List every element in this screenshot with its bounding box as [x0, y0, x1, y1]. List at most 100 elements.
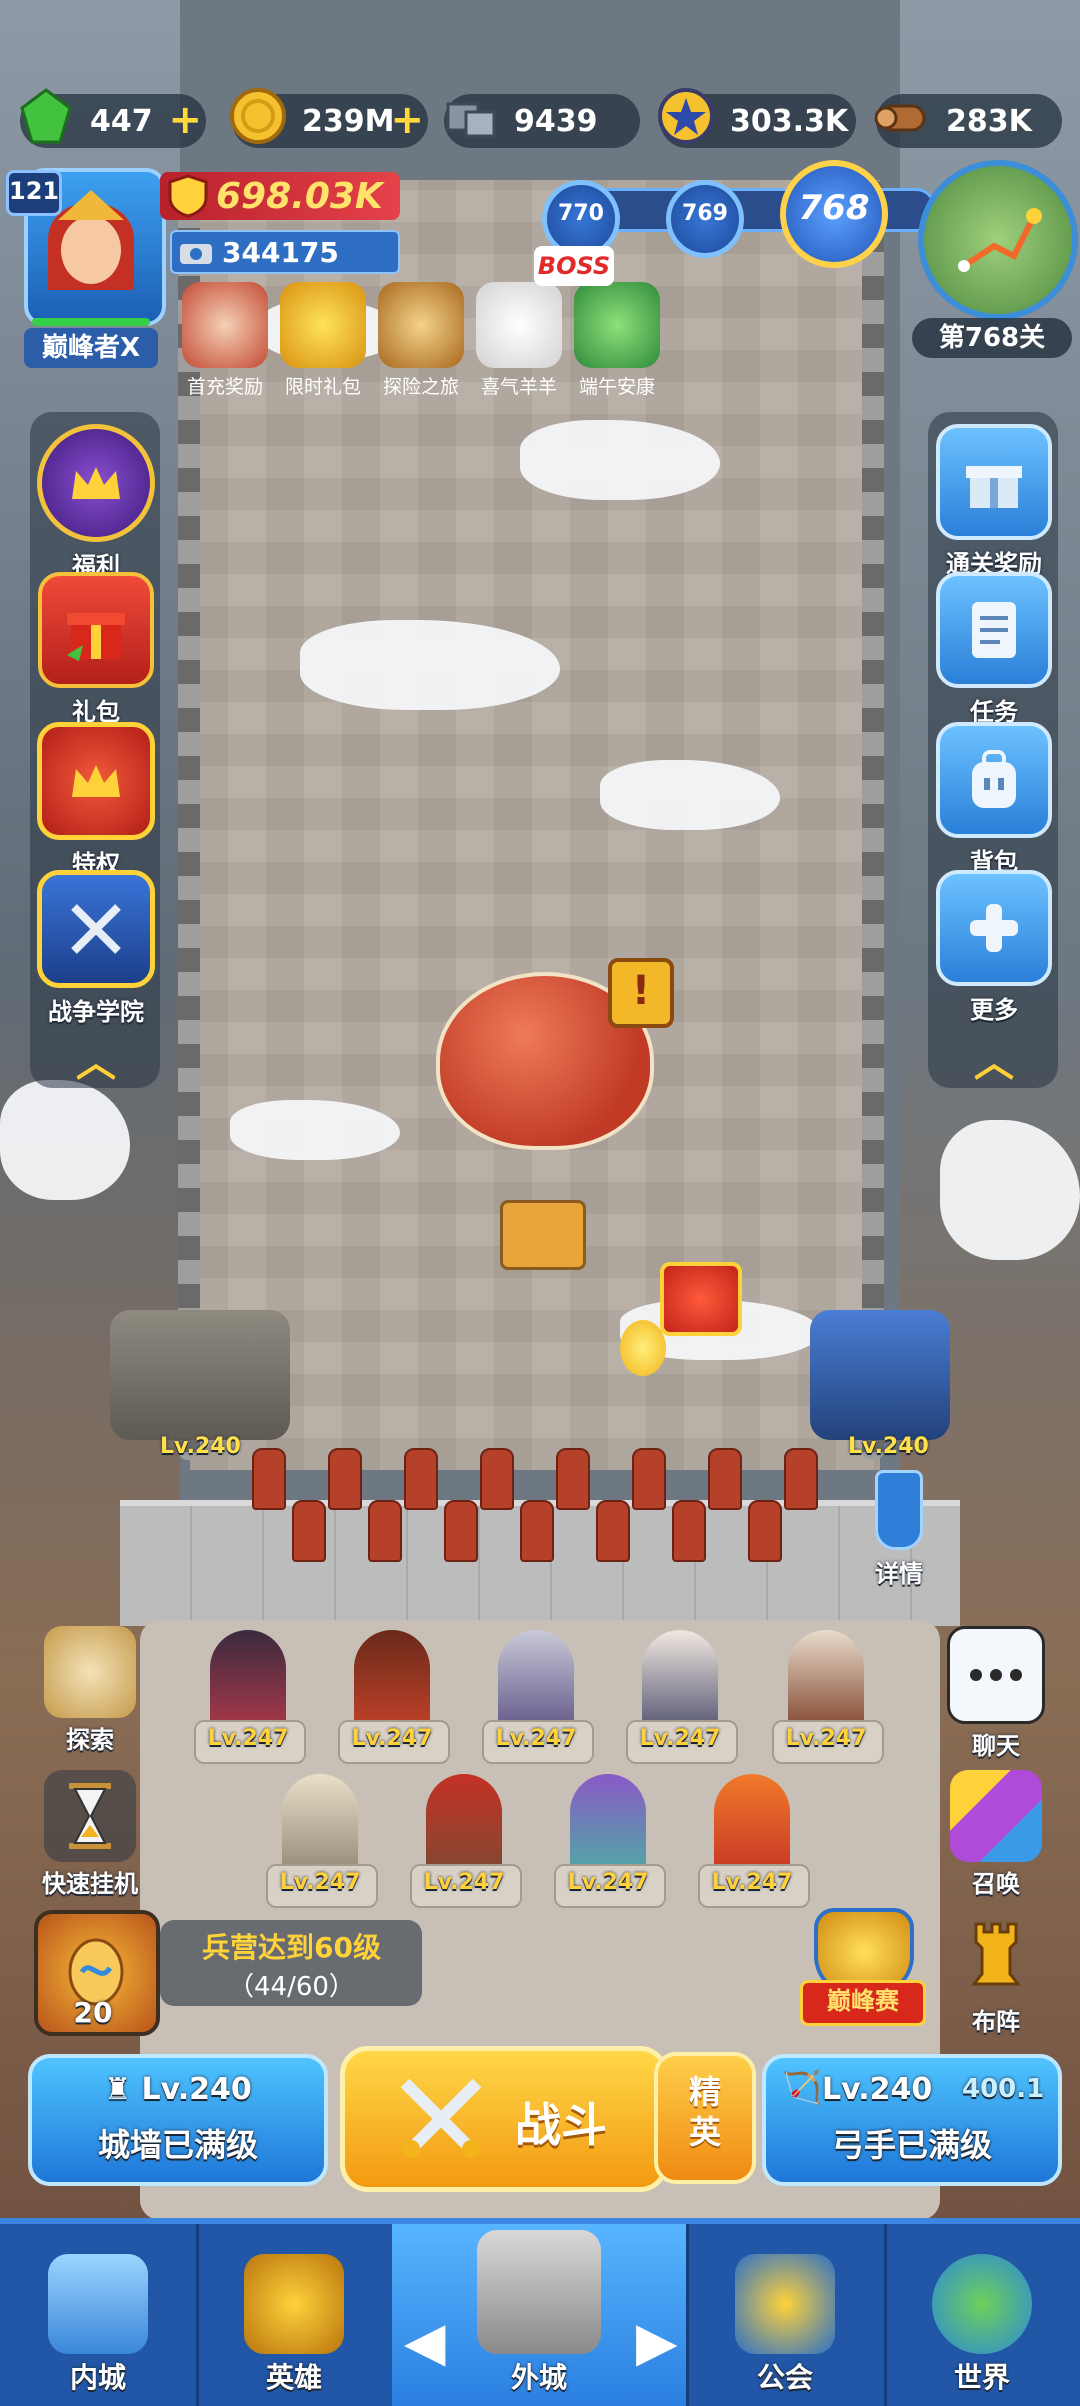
formation-button[interactable]: 布阵: [936, 1908, 1056, 2037]
hero-slot[interactable]: Lv.247: [626, 1630, 738, 1764]
hero-slot[interactable]: Lv.247: [554, 1774, 666, 1908]
gem-resource[interactable]: 447 +: [20, 88, 206, 148]
castle-icon: [48, 2254, 148, 2354]
hero-slot[interactable]: Lv.247: [772, 1630, 884, 1764]
elite-label: 精英: [688, 2073, 721, 2151]
hero-slot[interactable]: Lv.247: [482, 1630, 594, 1764]
stage-current[interactable]: 768: [780, 160, 888, 268]
world-minimap[interactable]: [918, 160, 1078, 320]
welfare-button[interactable]: 福利: [36, 424, 156, 581]
clear-reward-button[interactable]: 通关奖励: [934, 424, 1054, 579]
stone-count: 9439: [514, 103, 598, 139]
sheep-icon: [476, 282, 562, 368]
helmet-icon: [244, 2254, 344, 2354]
soldier: [632, 1448, 666, 1510]
war-academy-button[interactable]: 战争学院: [36, 870, 156, 1027]
battle-button[interactable]: 战斗: [340, 2046, 668, 2192]
reward-gift-icon[interactable]: [660, 1262, 742, 1336]
stone-resource[interactable]: 9439: [444, 94, 640, 148]
hero-slot[interactable]: Lv.247: [266, 1774, 378, 1908]
backpack-button[interactable]: 背包: [934, 722, 1054, 877]
medal-resource[interactable]: 303.3K: [658, 88, 856, 148]
task-button[interactable]: 任务: [934, 572, 1054, 727]
left-collapse-chevron-icon[interactable]: ︿: [36, 1030, 156, 1088]
gem-add-icon[interactable]: +: [168, 98, 202, 142]
gold-count: 239M: [302, 103, 395, 139]
event-sheep[interactable]: 喜气羊羊: [470, 282, 568, 399]
gift-pack-button[interactable]: 礼包: [36, 572, 156, 727]
nav-world[interactable]: 世界: [884, 2224, 1080, 2406]
event-dragon-boat[interactable]: 端午安康: [568, 282, 666, 399]
crown-gift-icon: [280, 282, 366, 368]
event-limited-gift[interactable]: 限时礼包: [274, 282, 372, 399]
magic-tower[interactable]: [810, 1310, 950, 1440]
combat-power[interactable]: 698.03K: [160, 172, 400, 220]
left-tower-level: Lv.240: [160, 1434, 241, 1459]
hourglass-icon: [44, 1770, 136, 1862]
chat-button[interactable]: 聊天: [936, 1626, 1056, 1761]
hero-slot[interactable]: Lv.247: [410, 1774, 522, 1908]
balloon-basket: [500, 1200, 586, 1270]
nav-prev-arrow-icon[interactable]: ◀: [404, 2310, 446, 2373]
soldier: [596, 1500, 630, 1562]
explore-button[interactable]: 探索: [30, 1626, 150, 1755]
archer-power: 400.1: [962, 2074, 1045, 2104]
peak-tournament-button[interactable]: 巅峰赛: [800, 1908, 926, 2026]
soldier: [404, 1448, 438, 1510]
privilege-button[interactable]: 特权: [36, 722, 156, 879]
more-button[interactable]: 更多: [934, 870, 1054, 1025]
nav-guild[interactable]: 公会: [686, 2224, 887, 2406]
hero-slot[interactable]: Lv.247: [194, 1630, 306, 1764]
archer-upgrade-button[interactable]: 🏹 Lv.240 400.1 弓手已满级: [762, 2054, 1062, 2186]
handshake-shield-icon: [735, 2254, 835, 2354]
event-adventure[interactable]: 探险之旅: [372, 282, 470, 399]
gold-add-icon[interactable]: +: [390, 98, 424, 142]
quick-idle-button[interactable]: 快速挂机: [30, 1770, 150, 1899]
wood-resource[interactable]: 283K: [874, 94, 1062, 148]
castle-tower-icon: ♜: [104, 2072, 132, 2107]
globe-icon: [932, 2254, 1032, 2354]
nav-inner-city[interactable]: 内城: [0, 2224, 199, 2406]
hero-slot[interactable]: Lv.247: [338, 1630, 450, 1764]
chess-rook-icon: [950, 1908, 1042, 2000]
wall-status: 城墙已满级: [97, 2126, 258, 2164]
soldier: [480, 1448, 514, 1510]
soldier: [520, 1500, 554, 1562]
stage-node-769[interactable]: 769: [666, 180, 744, 258]
gem-count: 447: [90, 103, 153, 139]
boss-tag: BOSS: [534, 246, 614, 286]
crossbow-tower[interactable]: [110, 1310, 290, 1440]
plus-icon: [936, 870, 1052, 986]
alert-icon[interactable]: !: [608, 958, 674, 1028]
elite-button[interactable]: 精英: [654, 2052, 756, 2184]
gift-box-icon: [38, 572, 154, 688]
right-collapse-chevron-icon[interactable]: ︿: [934, 1030, 1054, 1088]
crossed-swords-icon: [37, 870, 155, 988]
soldier: [708, 1448, 742, 1510]
bow-icon: 🏹: [782, 2068, 822, 2106]
gold-resource[interactable]: 239M +: [230, 88, 428, 148]
star-medal-icon: [654, 84, 718, 148]
nav-next-arrow-icon[interactable]: ▶: [636, 2310, 678, 2373]
map-path-icon: [958, 208, 1042, 272]
event-first-recharge[interactable]: 首充奖励: [176, 282, 274, 399]
barracks-goal[interactable]: 兵营达到60级 （44/60）: [160, 1920, 422, 2006]
egg-count: 20: [73, 1996, 113, 2029]
detail-button[interactable]: 详情: [862, 1470, 936, 1589]
peak-tournament-label: 巅峰赛: [800, 1980, 926, 2026]
soldier: [328, 1448, 362, 1510]
gift-box-blue-icon: [936, 424, 1052, 540]
wall-upgrade-button[interactable]: ♜ Lv.240 城墙已满级: [28, 2054, 328, 2186]
backpack-icon: [936, 722, 1052, 838]
summon-button[interactable]: 召唤: [936, 1770, 1056, 1899]
banner-icon: [875, 1470, 923, 1550]
archer-status: 弓手已满级: [831, 2126, 992, 2164]
hero-slot[interactable]: Lv.247: [698, 1774, 810, 1908]
nav-heroes[interactable]: 英雄: [196, 2224, 395, 2406]
soldier: [556, 1448, 590, 1510]
sub-power-value: 344175: [222, 236, 339, 269]
crown-shield-icon: [37, 722, 155, 840]
wood-log-icon: [870, 84, 934, 148]
camera-icon: [180, 244, 212, 264]
yellow-sprite-icon[interactable]: [620, 1320, 666, 1376]
